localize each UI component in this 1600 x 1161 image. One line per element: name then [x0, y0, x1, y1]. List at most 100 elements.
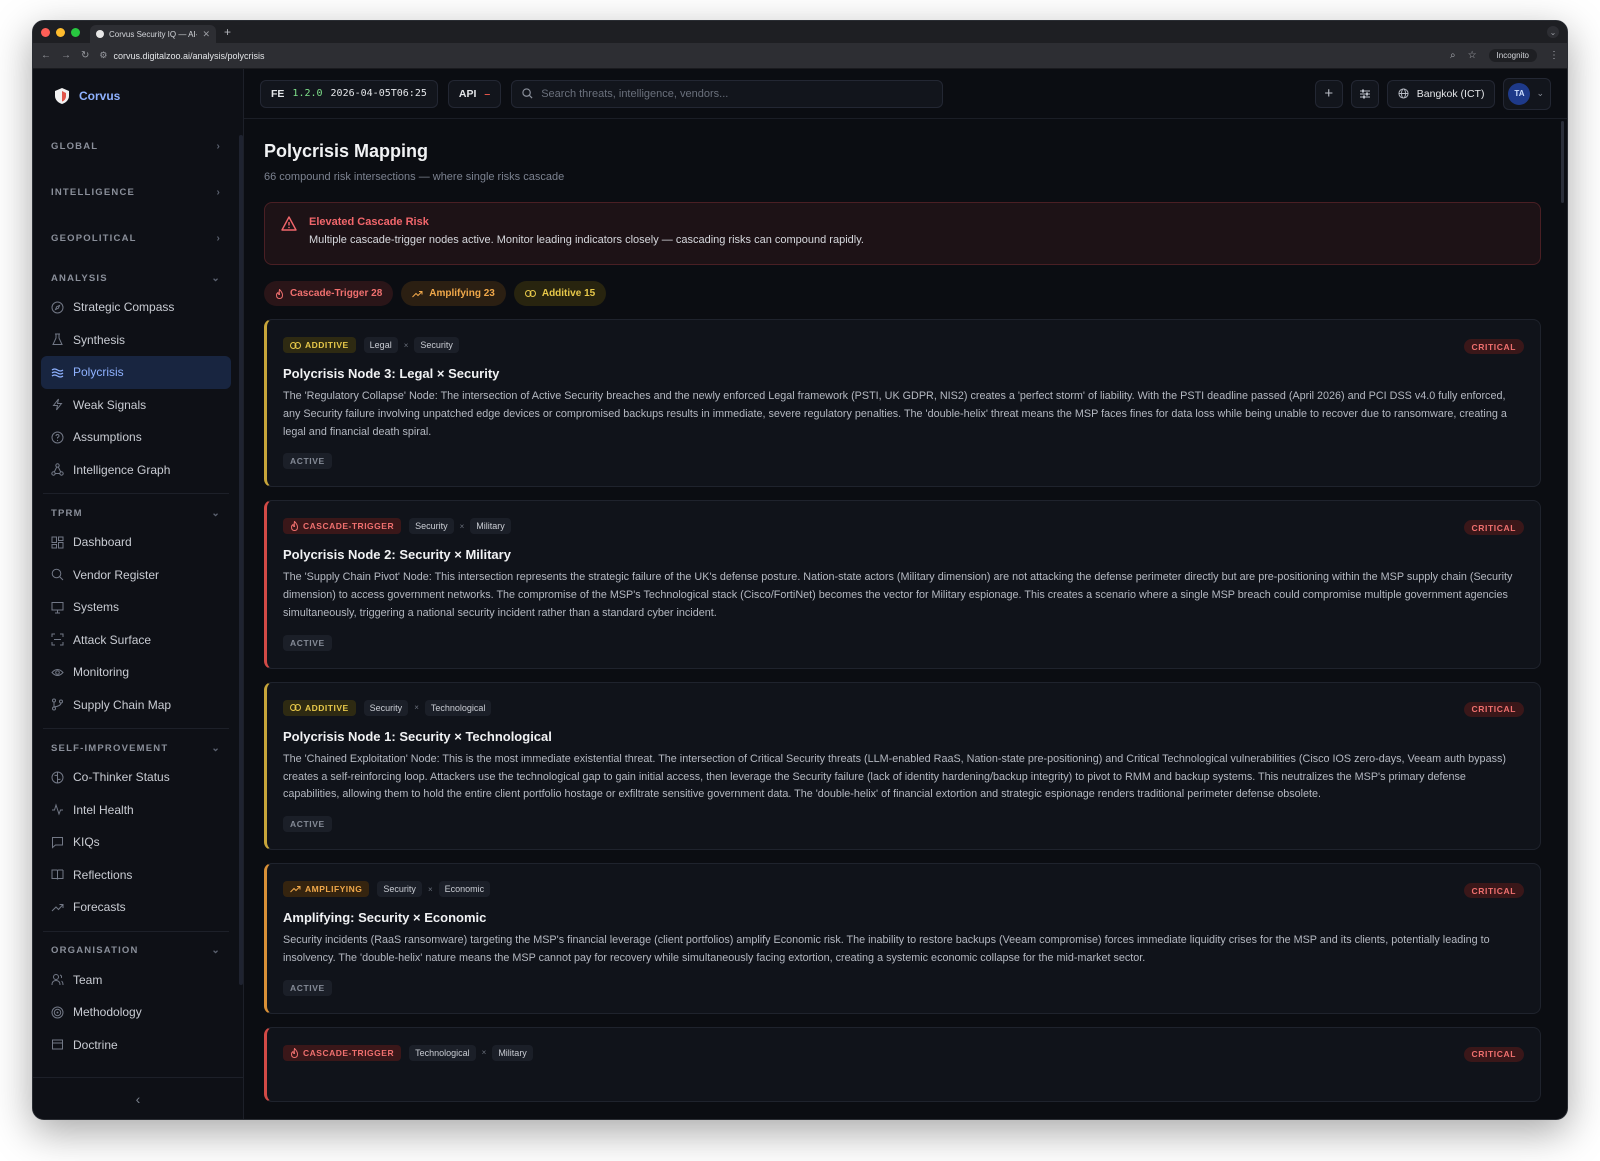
- sidebar-section-label: TPRM: [51, 507, 83, 519]
- polycrisis-node-card[interactable]: CASCADE-TRIGGER Technological × Military CRI…: [264, 1026, 1541, 1102]
- node-type-label: ADDITIVE: [305, 702, 349, 713]
- sidebar-section-intelligence[interactable]: INTELLIGENCE ›: [41, 169, 231, 215]
- flame-icon: [290, 521, 299, 532]
- sidebar-section-label: GEOPOLITICAL: [51, 232, 137, 244]
- sidebar-divider: [43, 493, 229, 494]
- sidebar-item-label: Weak Signals: [73, 397, 147, 412]
- topbar-actions: + Bangkok (ICT) TA ⌄: [1314, 77, 1551, 110]
- dimension-tag: Security: [414, 337, 459, 353]
- sidebar-item-dashboard[interactable]: Dashboard: [41, 526, 231, 559]
- sliders-icon: [1359, 89, 1370, 98]
- chevron-right-icon: ›: [216, 232, 221, 244]
- intersection-symbol: ×: [414, 703, 419, 713]
- filter-chip-label: Cascade-Trigger 28: [290, 288, 383, 299]
- brain-icon: [51, 771, 64, 784]
- severity-badge: CRITICAL: [1463, 339, 1524, 354]
- add-button[interactable]: +: [1314, 79, 1343, 108]
- incognito-badge[interactable]: Incognito: [1488, 49, 1537, 62]
- sidebar-item-reflections[interactable]: Reflections: [41, 859, 231, 892]
- bookmark-star-icon[interactable]: ☆: [1468, 50, 1477, 61]
- flask-icon: [51, 333, 64, 346]
- sidebar-item-kiqs[interactable]: KIQs: [41, 826, 231, 859]
- polycrisis-node-card[interactable]: ADDITIVE Security × Technological CRITICAL Po…: [264, 681, 1541, 851]
- sidebar-item-assumptions[interactable]: Assumptions: [41, 421, 231, 454]
- address-bar[interactable]: ⚙ corvus.digitalzoo.ai/analysis/polycris…: [99, 50, 264, 61]
- node-type-badge: AMPLIFYING: [283, 881, 370, 898]
- user-menu[interactable]: TA ⌄: [1503, 77, 1551, 110]
- settings-button[interactable]: [1350, 79, 1379, 108]
- sidebar-item-systems[interactable]: Systems: [41, 591, 231, 624]
- filter-chip-additive[interactable]: Additive 15: [513, 281, 607, 306]
- tab-list-chevron-icon[interactable]: ⌄: [1547, 26, 1559, 38]
- global-search[interactable]: [511, 79, 944, 108]
- sidebar-section-organisation[interactable]: ORGANISATION ⌄: [41, 938, 231, 964]
- sidebar-section-tprm[interactable]: TPRM ⌄: [41, 500, 231, 526]
- minimize-window-button[interactable]: [56, 27, 65, 37]
- grid-icon: [51, 536, 64, 549]
- node-type-label: ADDITIVE: [305, 340, 349, 350]
- node-type-badge: CASCADE-TRIGGER: [283, 1044, 402, 1061]
- message-square-icon: [51, 836, 64, 849]
- filter-chip-cascade[interactable]: Cascade-Trigger 28: [264, 281, 394, 306]
- brand[interactable]: Corvus: [33, 69, 243, 123]
- sidebar-item-methodology[interactable]: Methodology: [41, 996, 231, 1029]
- sidebar-item-weak-signals[interactable]: Weak Signals: [41, 389, 231, 422]
- filter-chip-amplifying[interactable]: Amplifying 23: [401, 281, 506, 306]
- sidebar-item-label: Intelligence Graph: [73, 462, 171, 477]
- sidebar-item-forecasts[interactable]: Forecasts: [41, 891, 231, 924]
- sidebar-item-intelligence-graph[interactable]: Intelligence Graph: [41, 454, 231, 487]
- topbar: FE 1.2.0 2026-04-05T06:25 API – +: [244, 69, 1567, 119]
- reload-icon[interactable]: ↻: [81, 50, 89, 61]
- activity-icon: [51, 803, 64, 816]
- filter-chips: Cascade-Trigger 28 Amplifying 23 Additive …: [264, 281, 1541, 306]
- node-tags: ADDITIVE Security × Technological: [283, 699, 1524, 716]
- sidebar-scrollbar[interactable]: [239, 135, 243, 985]
- chevron-down-icon: ⌄: [211, 507, 221, 519]
- tab-favicon-icon: [96, 30, 104, 38]
- api-status-pill[interactable]: API –: [447, 79, 502, 108]
- book-icon: [51, 868, 64, 881]
- zoom-icon[interactable]: ⌕: [1450, 50, 1456, 61]
- browser-tab[interactable]: Corvus Security IQ — AI-Pow ✕: [90, 25, 216, 43]
- node-description: Security incidents (RaaS ransomware) tar…: [283, 934, 1490, 964]
- version-pill: FE 1.2.0 2026-04-05T06:25: [260, 79, 438, 108]
- sidebar-item-co-thinker-status[interactable]: Co-Thinker Status: [41, 761, 231, 794]
- polycrisis-node-card[interactable]: ADDITIVE Legal × Security CRITICAL Polycrisis…: [264, 319, 1541, 488]
- close-window-button[interactable]: [41, 27, 50, 37]
- sidebar-item-label: Polycrisis: [73, 365, 124, 380]
- maximize-window-button[interactable]: [71, 27, 80, 37]
- brand-name: Corvus: [79, 89, 121, 103]
- sidebar-section-global[interactable]: GLOBAL ›: [41, 123, 231, 169]
- content-scrollbar[interactable]: [1561, 121, 1564, 203]
- sidebar-section-self-improvement[interactable]: SELF-IMPROVEMENT ⌄: [41, 735, 231, 761]
- intersection-symbol: ×: [459, 521, 465, 531]
- browser-menu-icon[interactable]: ⋮: [1549, 50, 1559, 61]
- sidebar-item-doctrine[interactable]: Doctrine: [41, 1029, 231, 1062]
- sidebar-item-strategic-compass[interactable]: Strategic Compass: [41, 291, 231, 324]
- timezone-selector[interactable]: Bangkok (ICT): [1386, 79, 1496, 108]
- polycrisis-node-card[interactable]: CASCADE-TRIGGER Security × Military CRITICAL…: [264, 500, 1541, 669]
- back-icon[interactable]: ←: [41, 50, 51, 61]
- polycrisis-node-card[interactable]: AMPLIFYING Security × Economic CRITICAL Ampli…: [264, 863, 1541, 1014]
- sidebar-item-synthesis[interactable]: Synthesis: [41, 324, 231, 357]
- sidebar-item-vendor-register[interactable]: Vendor Register: [41, 559, 231, 592]
- sidebar-item-polycrisis[interactable]: Polycrisis: [41, 356, 231, 389]
- search-input[interactable]: [541, 87, 933, 100]
- forward-icon[interactable]: →: [61, 50, 71, 61]
- site-info-icon[interactable]: ⚙: [99, 50, 107, 61]
- sidebar-item-team[interactable]: Team: [41, 964, 231, 997]
- sidebar-item-supply-chain-map[interactable]: Supply Chain Map: [41, 689, 231, 722]
- sidebar-item-monitoring[interactable]: Monitoring: [41, 656, 231, 689]
- tab-close-icon[interactable]: ✕: [202, 29, 210, 40]
- sidebar-item-attack-surface[interactable]: Attack Surface: [41, 624, 231, 657]
- trending-up-icon: [412, 290, 423, 298]
- collapse-sidebar-button[interactable]: ‹: [33, 1077, 243, 1119]
- sidebar-item-intel-health[interactable]: Intel Health: [41, 794, 231, 827]
- node-tags: ADDITIVE Legal × Security: [283, 337, 1524, 353]
- new-tab-icon[interactable]: +: [224, 25, 231, 39]
- monitor-icon: [51, 601, 64, 614]
- sidebar-section-geopolitical[interactable]: GEOPOLITICAL ›: [41, 215, 231, 261]
- trending-up-icon: [51, 901, 64, 914]
- sidebar-section-analysis[interactable]: ANALYSIS ⌄: [41, 265, 231, 291]
- dimension-tag: Security: [363, 699, 409, 716]
